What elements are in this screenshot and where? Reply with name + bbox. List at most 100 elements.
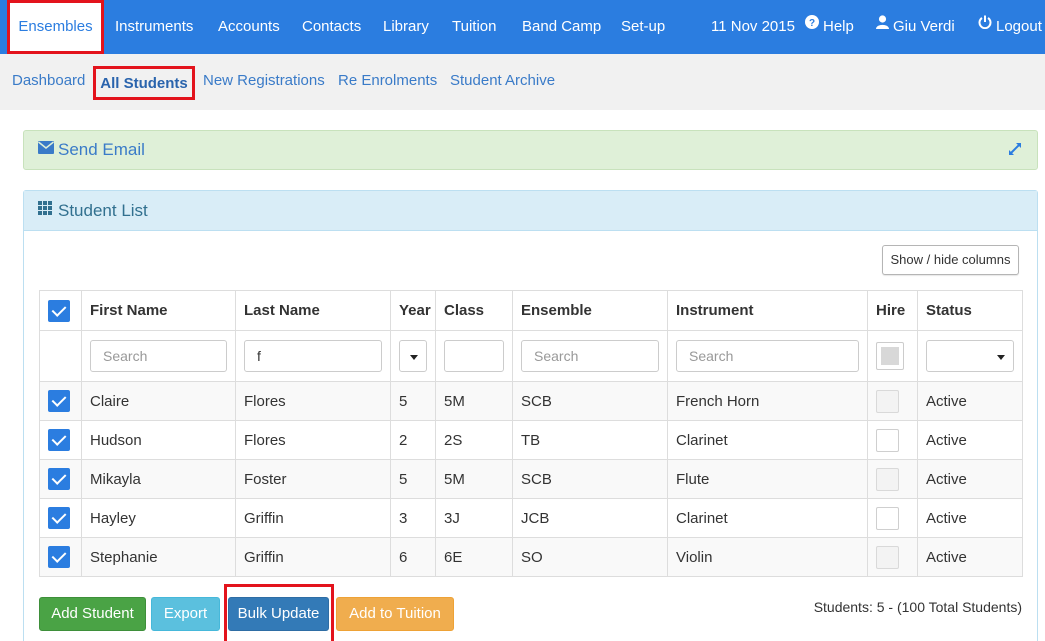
student-table: First Name Last Name Year Class Ensemble… xyxy=(39,290,1023,577)
col-hire[interactable]: Hire xyxy=(867,290,918,331)
expand-icon[interactable] xyxy=(1007,141,1023,157)
cell-last-name: Foster xyxy=(235,459,391,499)
col-last-name[interactable]: Last Name xyxy=(235,290,391,331)
student-list-title: Student List xyxy=(38,191,148,232)
student-list-header: Student List xyxy=(24,191,1037,231)
user-name: Giu Verdi xyxy=(893,18,955,35)
col-instrument[interactable]: Instrument xyxy=(667,290,868,331)
export-button[interactable]: Export xyxy=(151,597,220,631)
cell-first-name: Hudson xyxy=(81,420,236,460)
add-to-tuition-button[interactable]: Add to Tuition xyxy=(336,597,454,631)
cell-last-name: Griffin xyxy=(235,537,391,577)
row-checkbox[interactable] xyxy=(48,468,70,490)
class-filter[interactable] xyxy=(444,340,504,372)
col-year[interactable]: Year xyxy=(390,290,436,331)
subnav-re-enrolments[interactable]: Re Enrolments xyxy=(338,54,437,110)
table-row[interactable]: Stephanie Griffin 6 6E SO Violin Active xyxy=(39,537,1023,577)
table-row[interactable]: Claire Flores 5 5M SCB French Horn Activ… xyxy=(39,381,1023,421)
cell-class: 3J xyxy=(435,498,513,538)
table-row[interactable]: Hudson Flores 2 2S TB Clarinet Active xyxy=(39,420,1023,460)
table-filter-row xyxy=(39,330,1023,382)
first-name-filter[interactable] xyxy=(90,340,227,372)
select-all-cell[interactable] xyxy=(39,290,82,331)
cell-year: 2 xyxy=(390,420,436,460)
student-list-label: Student List xyxy=(58,201,148,220)
cell-first-name: Mikayla xyxy=(81,459,236,499)
nav-contacts[interactable]: Contacts xyxy=(302,0,361,54)
hire-checkbox[interactable] xyxy=(876,506,899,530)
subnav-student-archive[interactable]: Student Archive xyxy=(450,54,555,110)
user-icon xyxy=(876,0,889,52)
subnav-dashboard[interactable]: Dashboard xyxy=(12,54,85,110)
cell-instrument: Violin xyxy=(667,537,868,577)
send-email-panel[interactable]: Send Email xyxy=(23,130,1038,170)
table-row[interactable]: Hayley Griffin 3 3J JCB Clarinet Active xyxy=(39,498,1023,538)
cell-year: 5 xyxy=(390,381,436,421)
send-email-title: Send Email xyxy=(38,131,145,170)
row-checkbox[interactable] xyxy=(48,429,70,451)
year-filter-select[interactable] xyxy=(399,340,427,372)
cell-status: Active xyxy=(917,459,1023,499)
hire-checkbox[interactable] xyxy=(876,428,899,452)
col-status[interactable]: Status xyxy=(917,290,1023,331)
logout-link[interactable]: Logout xyxy=(978,0,1042,54)
ensemble-filter[interactable] xyxy=(521,340,659,372)
cell-ensemble: JCB xyxy=(512,498,668,538)
show-hide-columns-button[interactable]: Show / hide columns xyxy=(882,245,1019,275)
cell-ensemble: SO xyxy=(512,537,668,577)
cell-year: 5 xyxy=(390,459,436,499)
user-menu[interactable]: Giu Verdi xyxy=(876,0,955,54)
cell-year: 6 xyxy=(390,537,436,577)
grid-icon xyxy=(38,190,52,230)
current-date: 11 Nov 2015 xyxy=(711,18,795,35)
nav-ensembles[interactable]: Ensembles xyxy=(7,0,104,54)
cell-class: 2S xyxy=(435,420,513,460)
nav-library[interactable]: Library xyxy=(383,0,429,54)
add-student-button[interactable]: Add Student xyxy=(39,597,146,631)
question-circle-icon: ? xyxy=(805,0,819,52)
select-all-checkbox[interactable] xyxy=(48,299,70,322)
send-email-label: Send Email xyxy=(58,140,145,159)
instrument-filter[interactable] xyxy=(676,340,859,372)
last-name-filter[interactable] xyxy=(244,340,382,372)
cell-last-name: Griffin xyxy=(235,498,391,538)
envelope-icon xyxy=(38,130,54,168)
student-count: Students: 5 - (100 Total Students) xyxy=(813,599,1022,615)
row-checkbox[interactable] xyxy=(48,390,70,412)
nav-setup[interactable]: Set-up xyxy=(621,0,665,54)
svg-text:?: ? xyxy=(809,18,815,29)
nav-band-camp[interactable]: Band Camp xyxy=(522,0,601,54)
cell-first-name: Claire xyxy=(81,381,236,421)
cell-status: Active xyxy=(917,537,1023,577)
row-checkbox[interactable] xyxy=(48,546,70,568)
cell-ensemble: SCB xyxy=(512,459,668,499)
bulk-update-button[interactable]: Bulk Update xyxy=(228,597,329,631)
sub-navbar: Dashboard All Students New Registrations… xyxy=(0,54,1045,110)
help-link[interactable]: ? Help xyxy=(805,0,854,54)
cell-ensemble: SCB xyxy=(512,381,668,421)
cell-status: Active xyxy=(917,381,1023,421)
cell-instrument: Clarinet xyxy=(667,498,868,538)
row-checkbox[interactable] xyxy=(48,507,70,529)
cell-year: 3 xyxy=(390,498,436,538)
subnav-all-students[interactable]: All Students xyxy=(93,66,195,100)
cell-instrument: Clarinet xyxy=(667,420,868,460)
nav-accounts[interactable]: Accounts xyxy=(218,0,280,54)
col-class[interactable]: Class xyxy=(435,290,513,331)
hire-checkbox[interactable] xyxy=(876,467,899,491)
hire-checkbox[interactable] xyxy=(876,389,899,413)
status-filter-select[interactable] xyxy=(926,340,1014,372)
cell-status: Active xyxy=(917,498,1023,538)
nav-instruments[interactable]: Instruments xyxy=(115,0,193,54)
nav-tuition[interactable]: Tuition xyxy=(452,0,496,54)
hire-filter-checkbox[interactable] xyxy=(876,342,904,370)
top-navbar: Ensembles Instruments Accounts Contacts … xyxy=(0,0,1045,54)
power-icon xyxy=(978,0,992,52)
col-first-name[interactable]: First Name xyxy=(81,290,236,331)
col-ensemble[interactable]: Ensemble xyxy=(512,290,668,331)
subnav-new-registrations[interactable]: New Registrations xyxy=(203,54,325,110)
help-label: Help xyxy=(823,18,854,35)
cell-last-name: Flores xyxy=(235,381,391,421)
table-row[interactable]: Mikayla Foster 5 5M SCB Flute Active xyxy=(39,459,1023,499)
hire-checkbox[interactable] xyxy=(876,545,899,569)
